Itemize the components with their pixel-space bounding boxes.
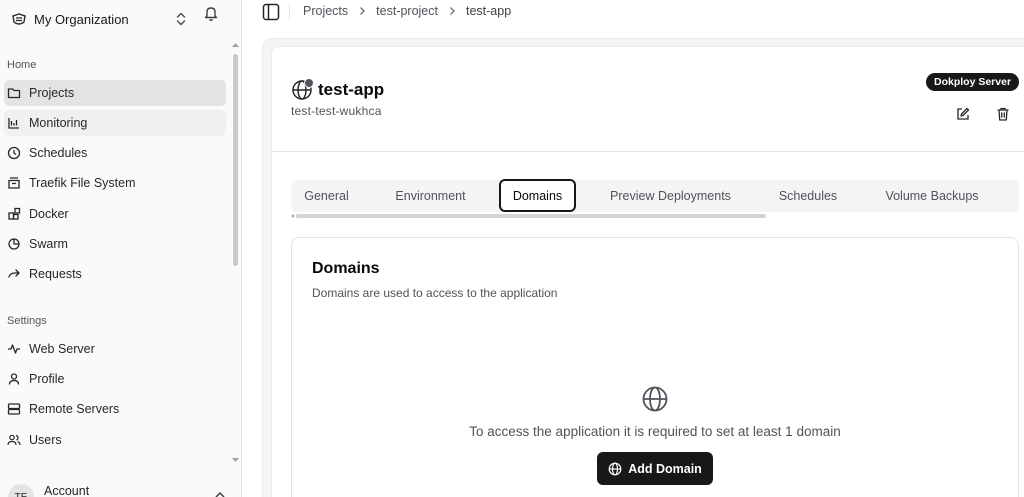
edit-icon[interactable] — [955, 106, 971, 122]
app-subtitle: test-test-wukhca — [291, 104, 382, 118]
chevron-up-icon — [215, 491, 225, 497]
arrow-right-icon — [8, 269, 20, 278]
sidebar-item-projects[interactable]: Projects — [4, 80, 226, 106]
account-label: Account — [44, 484, 90, 497]
app-title: test-app — [318, 80, 385, 99]
sidebar-item-label: Projects — [29, 86, 75, 100]
status-indicator — [304, 78, 314, 88]
tab-general[interactable]: General — [291, 180, 362, 212]
chevron-right-icon — [450, 7, 455, 15]
tab-preview-deployments[interactable]: Preview Deployments — [597, 180, 744, 212]
file-system-icon — [8, 177, 20, 189]
section-home-label: Home — [7, 59, 37, 71]
org-logo-icon — [10, 10, 28, 28]
tab-volume-backups[interactable]: Volume Backups — [872, 180, 992, 212]
clock-icon — [7, 146, 21, 160]
sidebar-item-label: Swarm — [29, 237, 68, 251]
breadcrumb: Projects test-project test-app — [303, 4, 511, 18]
topbar-divider — [289, 4, 290, 20]
header-divider — [272, 151, 1024, 152]
trash-icon[interactable] — [995, 106, 1011, 122]
org-name: My Organization — [34, 11, 129, 27]
users-icon — [7, 434, 21, 446]
sidebar-item-label: Requests — [29, 267, 82, 281]
sidebar-item-label: Profile — [29, 372, 65, 386]
domains-title: Domains — [312, 260, 380, 277]
bell-icon[interactable] — [203, 4, 219, 22]
add-domain-button[interactable]: Add Domain — [597, 452, 713, 485]
sidebar-item-swarm[interactable]: Swarm — [4, 231, 226, 257]
globe-icon — [642, 386, 668, 412]
tab-environment[interactable]: Environment — [383, 180, 478, 212]
sidebar-toggle-icon[interactable] — [262, 3, 280, 21]
blocks-icon — [8, 207, 21, 220]
sidebar-item-label: Traefik File System — [29, 176, 136, 190]
chevron-right-icon — [360, 7, 366, 15]
breadcrumb-projects[interactable]: Projects — [303, 4, 348, 18]
sidebar-item-monitoring[interactable]: Monitoring — [4, 110, 226, 136]
sidebar-scrollbar-thumb[interactable] — [233, 54, 238, 266]
breadcrumb-test-project[interactable]: test-project — [376, 4, 438, 18]
tab-schedules[interactable]: Schedules — [766, 180, 850, 212]
sidebar-item-schedules[interactable]: Schedules — [4, 140, 226, 166]
sidebar-item-label: Schedules — [29, 146, 88, 160]
sidebar-item-web-server[interactable]: Web Server — [4, 336, 226, 362]
user-icon — [8, 373, 20, 385]
sidebar: My Organization Home Projects Monitoring… — [0, 0, 242, 497]
breadcrumb-test-app: test-app — [466, 4, 512, 18]
sidebar-item-docker[interactable]: Docker — [4, 201, 226, 227]
add-domain-label: Add Domain — [628, 461, 702, 476]
tab-domains[interactable]: Domains — [499, 179, 576, 212]
scroll-up-icon[interactable] — [231, 42, 240, 48]
sidebar-item-label: Docker — [29, 207, 69, 221]
sidebar-item-label: Users — [29, 433, 62, 447]
sidebar-item-remote-servers[interactable]: Remote Servers — [4, 396, 226, 422]
sidebar-item-traefik-file-system[interactable]: Traefik File System — [4, 170, 226, 196]
chevrons-up-down-icon[interactable] — [174, 11, 188, 27]
sidebar-item-label: Monitoring — [29, 116, 88, 130]
sidebar-item-label: Web Server — [29, 342, 95, 356]
sidebar-item-users[interactable]: Users — [4, 427, 226, 453]
empty-state-text: To access the application it is required… — [469, 424, 841, 439]
pie-icon — [8, 238, 20, 250]
sidebar-item-requests[interactable]: Requests — [4, 261, 226, 287]
tabs-scrollbar[interactable] — [296, 214, 766, 218]
server-badge: Dokploy Server — [926, 73, 1020, 91]
server-icon — [7, 403, 21, 415]
sidebar-item-label: Remote Servers — [29, 402, 120, 416]
sidebar-item-profile[interactable]: Profile — [4, 366, 226, 392]
domains-description: Domains are used to access to the applic… — [312, 286, 558, 300]
globe-icon — [608, 462, 622, 475]
scroll-down-icon[interactable] — [231, 457, 240, 463]
chart-icon — [8, 118, 19, 129]
folder-icon — [7, 88, 21, 99]
section-settings-label: Settings — [7, 315, 47, 327]
account-menu[interactable]: TE Account — [4, 480, 230, 497]
activity-icon — [8, 344, 20, 354]
org-switcher[interactable]: My Organization — [8, 6, 234, 32]
tabs-scroll-left-icon[interactable] — [291, 214, 295, 218]
avatar: TE — [8, 484, 34, 497]
